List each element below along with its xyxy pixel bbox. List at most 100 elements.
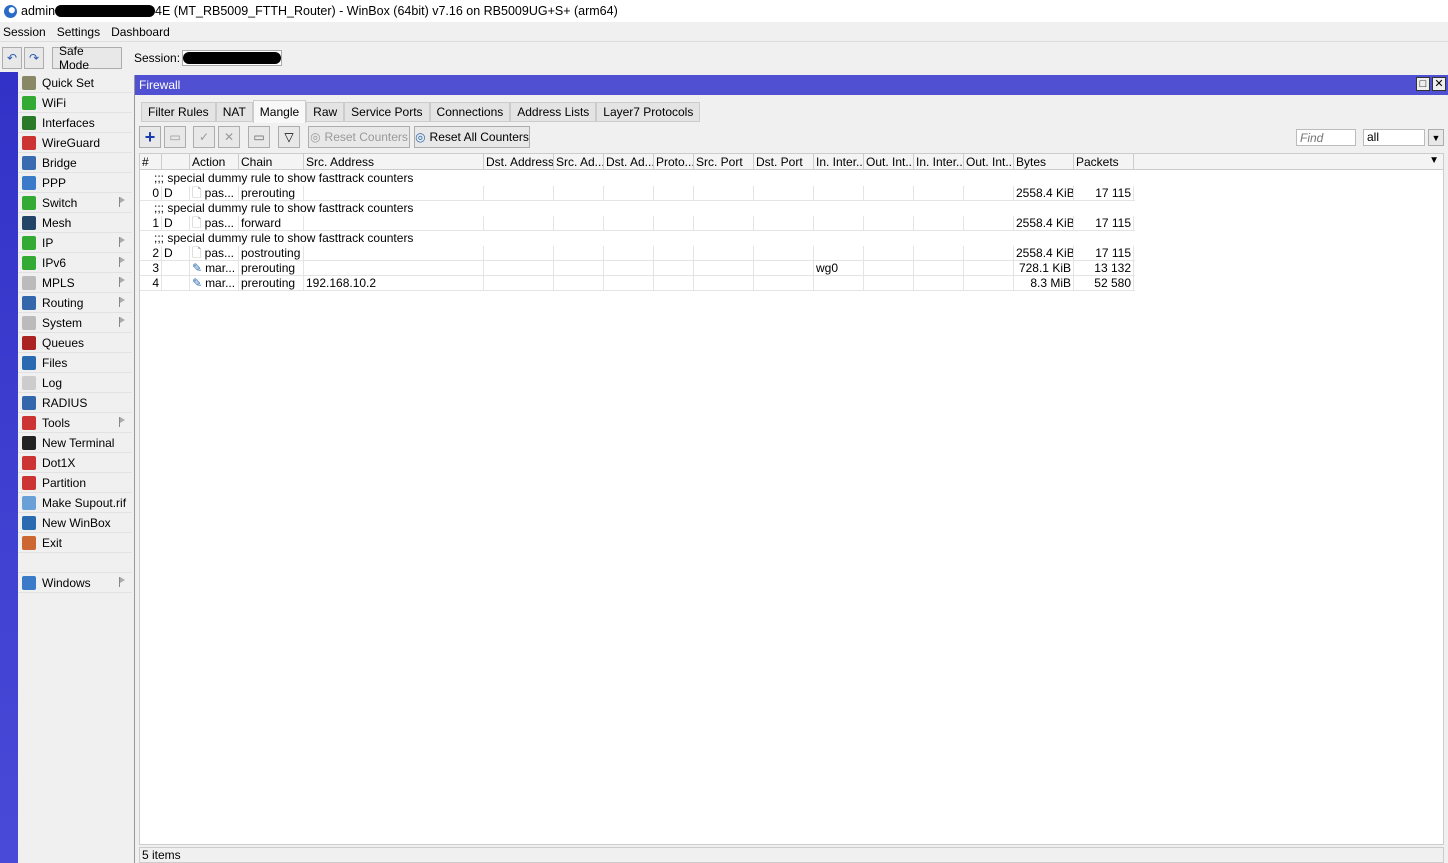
tab-mangle[interactable]: Mangle — [252, 100, 307, 123]
sidebar-item-log[interactable]: Log — [18, 373, 132, 393]
sidebar-item-exit[interactable]: Exit — [18, 533, 132, 553]
tab-nat[interactable]: NAT — [215, 102, 253, 122]
column-header[interactable]: Packets — [1074, 154, 1134, 170]
redo-button[interactable]: ↷ — [24, 47, 44, 69]
column-header[interactable]: Bytes — [1014, 154, 1074, 170]
column-header[interactable]: In. Inter... — [814, 154, 864, 170]
sidebar-item-label: Queues — [42, 335, 85, 350]
comment-row[interactable]: ;;; special dummy rule to show fasttrack… — [140, 201, 1135, 216]
table-cell — [814, 246, 864, 261]
column-header[interactable]: In. Inter... — [914, 154, 964, 170]
sidebar-item-ip[interactable]: IP — [18, 233, 132, 253]
sidebar-item-bridge[interactable]: Bridge — [18, 153, 132, 173]
menu-dashboard[interactable]: Dashboard — [108, 25, 174, 39]
maximize-button[interactable]: □ — [1416, 77, 1430, 91]
comment-row[interactable]: ;;; special dummy rule to show fasttrack… — [140, 231, 1135, 246]
safe-mode-button[interactable]: Safe Mode — [52, 44, 122, 72]
exit-icon — [22, 535, 36, 550]
sidebar-item-ipv6[interactable]: IPv6 — [18, 253, 132, 273]
column-header[interactable]: Src. Port — [694, 154, 754, 170]
filter-select[interactable]: all — [1363, 129, 1425, 146]
comment-button[interactable]: ▭ — [248, 126, 270, 148]
table-cell — [554, 186, 604, 201]
rule-comment: ;;; special dummy rule to show fasttrack… — [154, 171, 414, 185]
sidebar-item-make-supout-rif[interactable]: Make Supout.rif — [18, 493, 132, 513]
column-header[interactable]: Dst. Port — [754, 154, 814, 170]
remove-button[interactable]: ▭ — [164, 126, 186, 148]
column-header[interactable]: Dst. Ad... — [604, 154, 654, 170]
sidebar-item-routing[interactable]: Routing — [18, 293, 132, 313]
column-header[interactable] — [162, 154, 190, 170]
sidebar-item-new-terminal[interactable]: New Terminal — [18, 433, 132, 453]
column-header[interactable]: Src. Address — [304, 154, 484, 170]
table-cell — [754, 276, 814, 291]
tab-filter-rules[interactable]: Filter Rules — [141, 102, 216, 122]
sidebar-item-mpls[interactable]: MPLS — [18, 273, 132, 293]
table-cell — [814, 186, 864, 201]
sidebar-item-interfaces[interactable]: Interfaces — [18, 113, 132, 133]
tools-icon — [22, 415, 36, 430]
tab-connections[interactable]: Connections — [429, 102, 511, 122]
column-menu-icon[interactable]: ▼ — [1429, 155, 1439, 166]
sidebar-item-system[interactable]: System — [18, 313, 132, 333]
queues-icon — [22, 335, 36, 350]
session-field[interactable] — [182, 50, 283, 66]
table-row[interactable]: 3 ✎ mar... prerouting wg0 728.1 KiB 13 132 — [140, 261, 1135, 276]
table-row[interactable]: 0 D 🗋 pas... prerouting 2558.4 KiB 17 115 — [140, 186, 1135, 201]
table-row[interactable]: 1 D 🗋 pas... forward 2558.4 KiB 17 115 — [140, 216, 1135, 231]
menu-settings[interactable]: Settings — [54, 25, 104, 39]
reset-all-counters-button[interactable]: ◎ Reset All Counters — [414, 126, 530, 148]
table-cell: 13 132 — [1074, 261, 1134, 276]
close-button[interactable]: ✕ — [1432, 77, 1446, 91]
tab-layer7-protocols[interactable]: Layer7 Protocols — [596, 102, 701, 122]
column-header[interactable]: Chain — [239, 154, 304, 170]
sidebar-item-new-winbox[interactable]: New WinBox — [18, 513, 132, 533]
column-header[interactable]: Src. Ad... — [554, 154, 604, 170]
column-header[interactable]: # — [140, 154, 162, 170]
filter-dropdown-button[interactable]: ▼ — [1428, 129, 1444, 146]
filter-button[interactable]: ▽ — [278, 126, 300, 148]
table-cell: 🗋 pas... — [190, 186, 239, 201]
table-cell — [754, 261, 814, 276]
table-cell: 🗋 pas... — [190, 216, 239, 231]
sidebar-item-queues[interactable]: Queues — [18, 333, 132, 353]
sidebar-item-partition[interactable]: Partition — [18, 473, 132, 493]
tab-raw[interactable]: Raw — [306, 102, 345, 122]
column-header[interactable]: Out. Int... — [964, 154, 1014, 170]
table-cell — [654, 276, 694, 291]
sidebar-item-switch[interactable]: Switch — [18, 193, 132, 213]
enable-button[interactable]: ✓ — [193, 126, 215, 148]
column-header[interactable]: Proto... — [654, 154, 694, 170]
sidebar-item-files[interactable]: Files — [18, 353, 132, 373]
undo-button[interactable]: ↶ — [2, 47, 22, 69]
column-header[interactable]: Out. Int... — [864, 154, 914, 170]
tab-address-lists[interactable]: Address Lists — [510, 102, 597, 122]
column-header[interactable]: Dst. Address — [484, 154, 554, 170]
sidebar-item-quick-set[interactable]: Quick Set — [18, 73, 132, 93]
menu-session[interactable]: Session — [0, 25, 50, 39]
sidebar-item-tools[interactable]: Tools — [18, 413, 132, 433]
disable-button[interactable]: ✕ — [218, 126, 240, 148]
table-cell: 17 115 — [1074, 186, 1134, 201]
table-cell: 1 — [140, 216, 162, 231]
sidebar-item-radius[interactable]: RADIUS — [18, 393, 132, 413]
table-cell: prerouting — [239, 261, 304, 276]
comment-row[interactable]: ;;; special dummy rule to show fasttrack… — [140, 171, 1135, 186]
sidebar-item-wireguard[interactable]: WireGuard — [18, 133, 132, 153]
tab-service-ports[interactable]: Service Ports — [344, 102, 430, 122]
sidebar-item-ppp[interactable]: PPP — [18, 173, 132, 193]
table-row[interactable]: 2 D 🗋 pas... postrouting 2558.4 KiB 17 115 — [140, 246, 1135, 261]
sidebar-item-wifi[interactable]: WiFi — [18, 93, 132, 113]
add-button[interactable]: + — [139, 126, 161, 148]
find-input[interactable] — [1296, 129, 1356, 146]
column-header[interactable]: Action — [190, 154, 239, 170]
sidebar-item-label: Windows — [42, 575, 91, 590]
sidebar-item-mesh[interactable]: Mesh — [18, 213, 132, 233]
sidebar-item-windows[interactable]: Windows — [18, 573, 132, 593]
sidebar-item-dot1x[interactable]: Dot1X — [18, 453, 132, 473]
table-row[interactable]: 4 ✎ mar... prerouting 192.168.10.2 8.3 MiB 52 … — [140, 276, 1135, 291]
table-cell — [654, 186, 694, 201]
sidebar-spacer — [18, 553, 132, 573]
reset-counters-button[interactable]: ◎ Reset Counters — [308, 126, 410, 148]
table-cell — [484, 246, 554, 261]
